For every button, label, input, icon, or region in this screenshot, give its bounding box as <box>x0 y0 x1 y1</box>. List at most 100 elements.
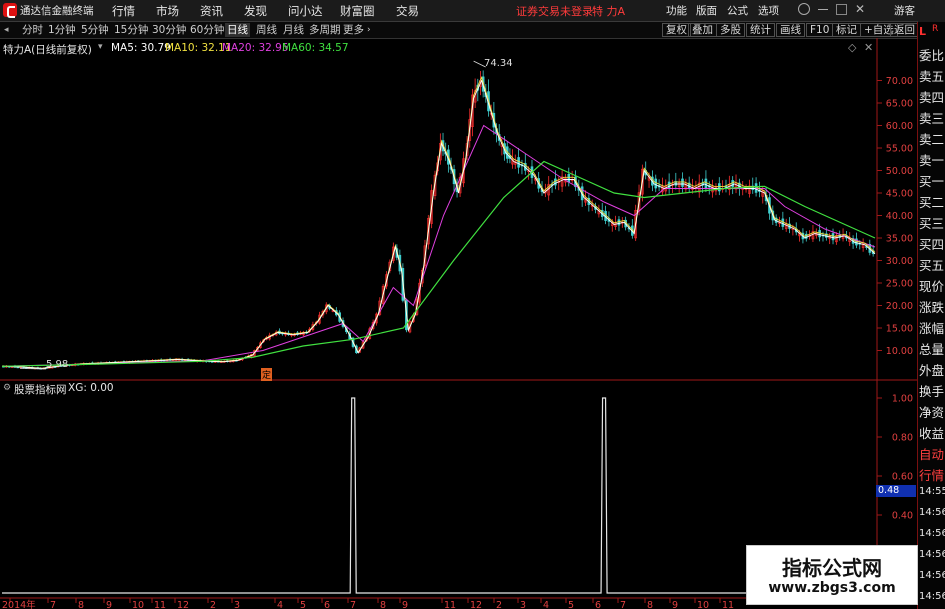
x-tick-label: 10 <box>132 600 144 609</box>
panel-row: 外盘 <box>919 363 945 378</box>
panel-row: 卖五 <box>919 69 945 84</box>
period-toolbar: ◂ 分时 1分钟 5分钟 15分钟 30分钟 60分钟 日线 周线 月线 多周期… <box>0 22 919 39</box>
x-tick-label: 2 <box>210 600 216 609</box>
x-tick-label: 3 <box>234 600 240 609</box>
candle-body <box>717 183 721 192</box>
tab-15min[interactable]: 15分钟 <box>114 23 148 37</box>
panel-r-icon[interactable]: R <box>932 24 938 34</box>
x-tick-label: 8 <box>647 600 653 609</box>
panel-row: 买二 <box>919 195 945 210</box>
candle-body <box>654 178 658 189</box>
panel-row: 14:56 <box>919 591 945 602</box>
tab-more[interactable]: 更多 <box>343 23 364 37</box>
draw-line-button[interactable]: 画线 <box>776 23 805 37</box>
panel-row: 涨跌 <box>919 300 945 315</box>
x-tick-label: 8 <box>380 600 386 609</box>
candle-body <box>704 178 708 189</box>
multi-stock-button[interactable]: 多股 <box>716 23 745 37</box>
back-button[interactable]: 返回 <box>890 23 919 37</box>
guest-label[interactable]: 游客 <box>894 3 915 18</box>
menu-item-faxian[interactable]: 发现 <box>244 3 267 19</box>
panel-row: 卖一 <box>919 153 945 168</box>
tab-weekly[interactable]: 周线 <box>256 23 277 37</box>
x-tick-label: 4 <box>543 600 549 609</box>
x-tick-label: 5 <box>568 600 574 609</box>
sub-chart-gear-icon[interactable]: ⚙ <box>3 383 11 393</box>
x-tick-label: 12 <box>177 600 189 609</box>
x-tick-label: 10 <box>697 600 709 609</box>
panel-row: 买四 <box>919 237 945 252</box>
x-tick-label: 11 <box>444 600 456 609</box>
site-watermark: 指标公式网 www.zbgs3.com <box>746 545 918 605</box>
menu-item-hangqing[interactable]: 行情 <box>112 3 135 19</box>
maximize-icon[interactable] <box>836 4 847 15</box>
x-tick-label: 9 <box>106 600 112 609</box>
x-tick-label: 2014年 <box>2 599 36 609</box>
fuquan-button[interactable]: 复权 <box>662 23 691 37</box>
stats-button[interactable]: 统计 <box>746 23 775 37</box>
x-tick-label: 7 <box>620 600 626 609</box>
high-price-label: 74.34 <box>484 58 513 69</box>
panel-row: 自动 <box>919 447 945 462</box>
menu-item-zixun[interactable]: 资讯 <box>200 3 223 19</box>
y-tick-label: 25.00 <box>886 279 913 290</box>
candle-body <box>517 157 520 168</box>
tab-multi-period[interactable]: 多周期 <box>309 23 341 37</box>
candle-body <box>831 233 835 241</box>
tab-1min[interactable]: 1分钟 <box>48 23 76 37</box>
panel-l-icon[interactable]: L <box>919 25 926 38</box>
menu-gongshi[interactable]: 公式 <box>727 3 748 18</box>
panel-row: 买五 <box>919 258 945 273</box>
user-icon[interactable] <box>798 3 810 15</box>
panel-row: 委比 <box>919 48 945 63</box>
tab-daily[interactable]: 日线 <box>225 23 250 37</box>
tab-5min[interactable]: 5分钟 <box>81 23 109 37</box>
x-tick-label: 4 <box>277 600 283 609</box>
x-tick-label: 6 <box>595 600 601 609</box>
watermark-title: 指标公式网 <box>782 556 882 580</box>
more-chevron-icon[interactable]: › <box>367 23 371 37</box>
tab-60min[interactable]: 60分钟 <box>190 23 224 37</box>
menu-gongneng[interactable]: 功能 <box>666 3 687 18</box>
login-status[interactable]: 证券交易未登录 <box>516 3 593 19</box>
close-icon[interactable]: ✕ <box>855 2 865 16</box>
menu-item-wenxiaoda[interactable]: 问小达 <box>288 3 323 19</box>
panel-row: 买三 <box>919 216 945 231</box>
x-tick-label: 2 <box>496 600 502 609</box>
tab-fenshi[interactable]: 分时 <box>22 23 43 37</box>
panel-row: 净资 <box>919 405 945 420</box>
panel-row: 14:56 <box>919 570 945 581</box>
f10-button[interactable]: F10 <box>806 23 834 37</box>
x-tick-label: 3 <box>520 600 526 609</box>
toolbar-grip-icon: ◂ <box>4 25 9 35</box>
menu-item-shichang[interactable]: 市场 <box>156 3 179 19</box>
x-tick-label: 12 <box>470 600 482 609</box>
tab-monthly[interactable]: 月线 <box>283 23 304 37</box>
y-tick-label: 55.00 <box>886 144 913 155</box>
panel-row: 行情 <box>919 468 945 483</box>
watermark-url: www.zbgs3.com <box>768 580 896 596</box>
menu-item-jiaoyi[interactable]: 交易 <box>396 3 419 19</box>
kline-chart[interactable]: 1.000.800.600.40 70.0065.0060.0055.0050.… <box>0 38 917 609</box>
tab-30min[interactable]: 30分钟 <box>152 23 186 37</box>
sub-y-tick-label: 0.40 <box>892 511 913 522</box>
panel-row: 卖二 <box>919 132 945 147</box>
minimize-icon[interactable] <box>818 9 828 10</box>
x-tick-label: 5 <box>300 600 306 609</box>
y-tick-label: 20.00 <box>886 301 913 312</box>
menu-banmian[interactable]: 版面 <box>696 3 717 18</box>
panel-row: 买一 <box>919 174 945 189</box>
overlay-button[interactable]: 叠加 <box>688 23 717 37</box>
panel-row: 14:56 <box>919 507 945 518</box>
sub-y-tick-label: 1.00 <box>892 394 913 405</box>
y-tick-label: 50.00 <box>886 166 913 177</box>
panel-row: 涨幅 <box>919 321 945 336</box>
event-marker[interactable]: 定 <box>261 368 273 381</box>
cursor-value-box: 0.48 <box>876 485 916 497</box>
sub-chart-title: 股票指标网 <box>14 384 67 396</box>
candle-body <box>818 230 821 238</box>
menu-item-caifuquan[interactable]: 财富圈 <box>340 3 375 19</box>
menu-xuanxiang[interactable]: 选项 <box>758 3 779 18</box>
mark-button[interactable]: 标记 <box>832 23 861 37</box>
panel-row: 换手 <box>919 384 945 399</box>
